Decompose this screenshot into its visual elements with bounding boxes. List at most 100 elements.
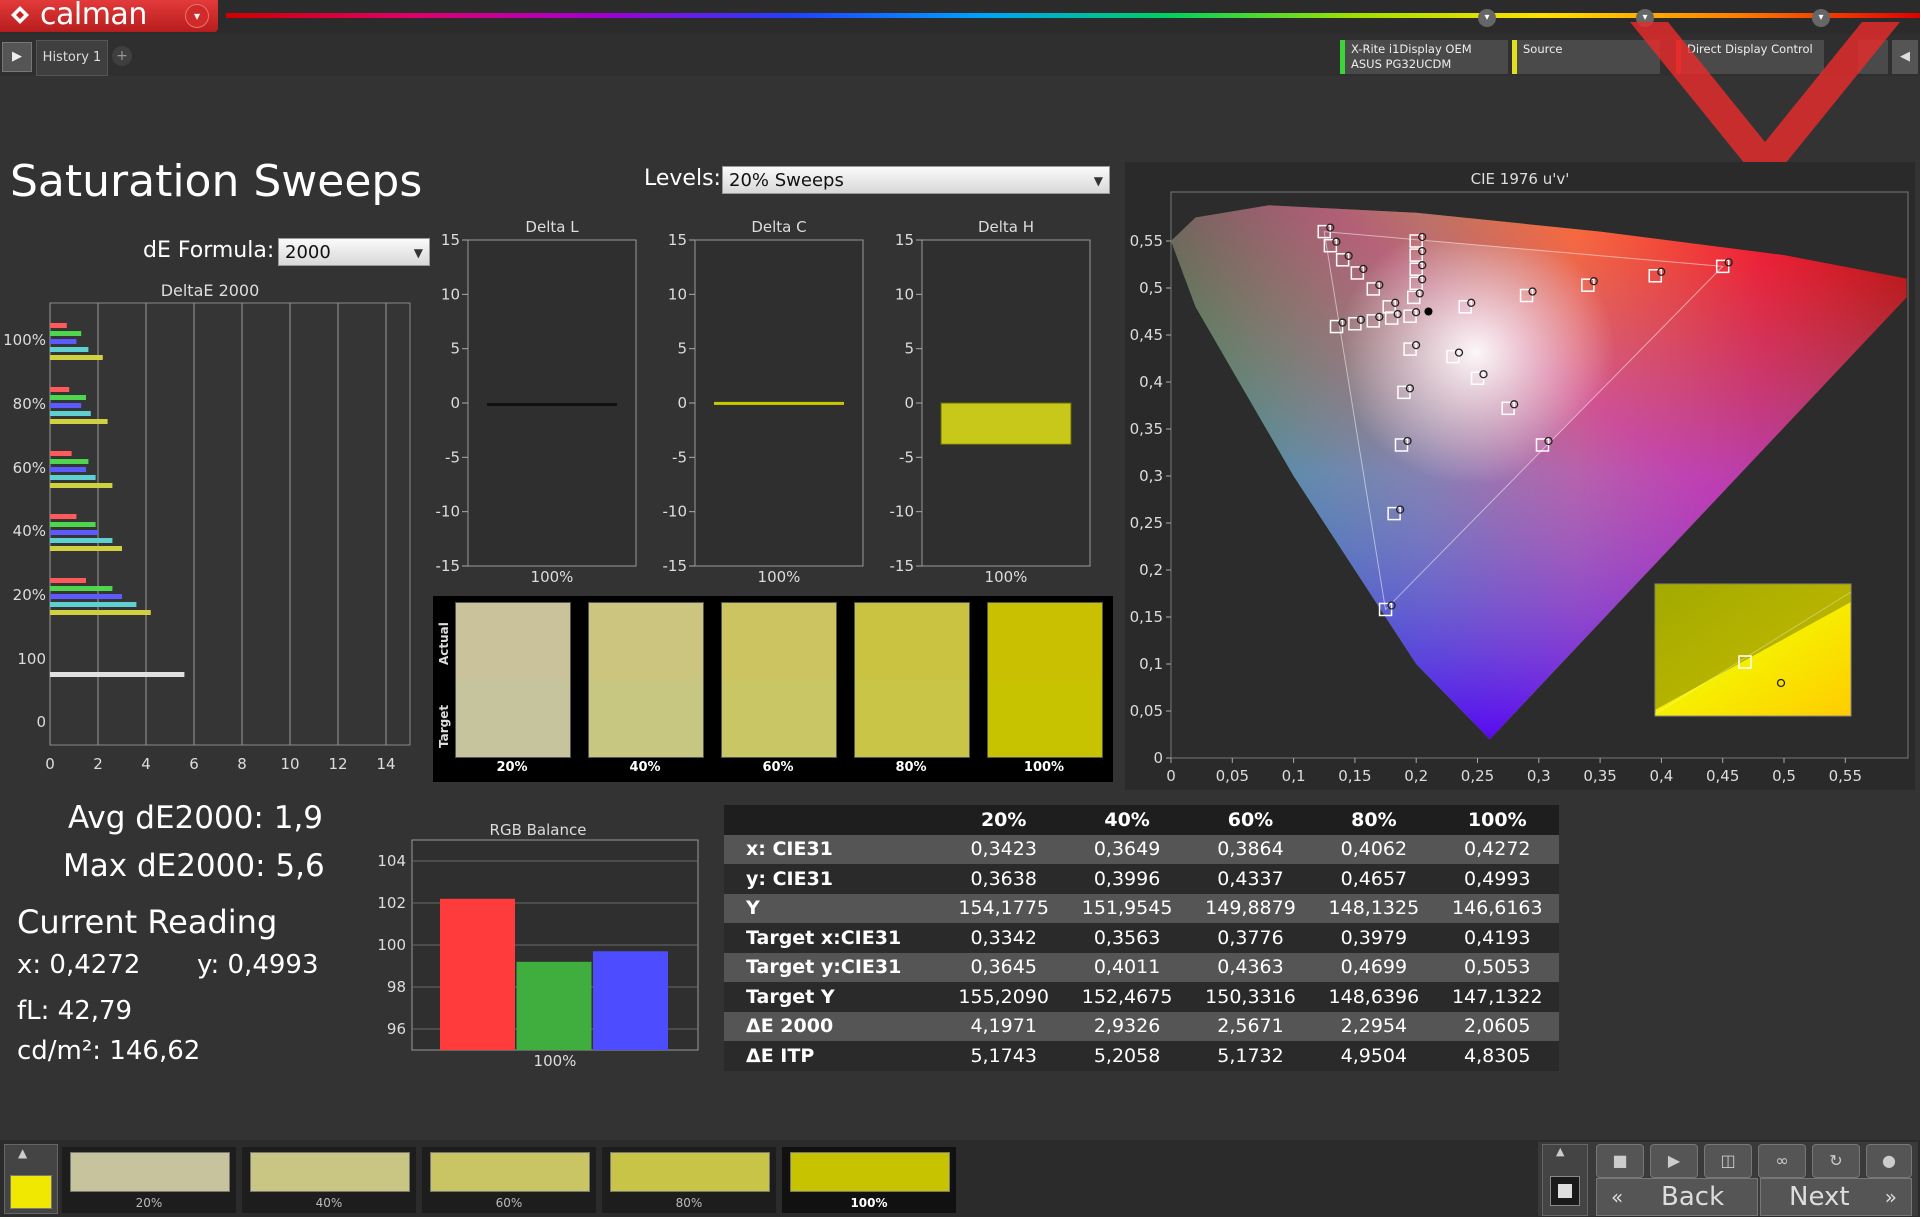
table-cell: 0,4062 (1312, 834, 1436, 864)
rgb-ytick: 96 (387, 1020, 406, 1038)
swatch-actual (988, 603, 1102, 680)
deltae-bar (50, 522, 96, 527)
de-formula-value: 2000 (285, 242, 331, 263)
delta-ytick: 15 (668, 231, 687, 249)
swatch-target (722, 680, 836, 757)
table-cell: 150,3316 (1188, 982, 1313, 1012)
delta-ytick: -10 (436, 503, 461, 521)
patch-thumbnail-label: 80% (675, 1196, 703, 1210)
deltae-bar (50, 467, 86, 472)
current-patch-swatch (10, 1175, 52, 1209)
actual-label: Actual (437, 622, 451, 666)
deltae-bar (50, 347, 89, 352)
table-cell: 0,3645 (942, 952, 1066, 982)
avg-de: Avg dE2000: 1,9 (68, 800, 324, 836)
deltae-bar (50, 475, 96, 480)
cie-ytick: 0,25 (1130, 514, 1163, 532)
deltae-bar (50, 672, 185, 677)
deltae-xtick: 10 (280, 755, 299, 773)
play-icon[interactable]: ▶ (2, 42, 32, 72)
play-button[interactable]: ▶ (1650, 1144, 1698, 1178)
table-row: ΔE 2000 4,1971 2,9326 2,5671 2,2954 2,0605 (724, 1011, 1559, 1041)
cie-ytick: 0,4 (1139, 373, 1163, 391)
delta-ytick: -5 (445, 448, 460, 466)
rgb-bar (516, 961, 592, 1050)
rgb-bar (440, 898, 515, 1050)
swatch-label: 100% (1023, 760, 1065, 775)
delta-ytick: 10 (895, 285, 914, 303)
table-cell: 0,3996 (1065, 864, 1189, 894)
cie-xtick: 0,15 (1338, 767, 1371, 785)
table-cell: 2,0605 (1435, 1011, 1559, 1041)
delta-xlabel: 100% (531, 568, 574, 586)
swatch-label: 80% (895, 760, 927, 775)
deltae-xtick: 12 (328, 755, 347, 773)
rainbow-strip (226, 13, 1920, 18)
record-icon[interactable]: ● (1866, 1144, 1912, 1178)
refresh-icon[interactable]: ↻ (1812, 1144, 1860, 1178)
patch-thumbnail-swatch (250, 1152, 410, 1192)
delta-bar (940, 402, 1072, 445)
next-label: Next (1789, 1182, 1850, 1212)
deltae-xtick: 2 (93, 755, 103, 773)
delta-ytick: 10 (668, 285, 687, 303)
deltae-ylabel: 20% (13, 586, 46, 604)
deltae-xtick: 14 (376, 755, 395, 773)
table-row-label: Y (724, 893, 942, 923)
display-name: ASUS PG32UCDM (1351, 57, 1452, 71)
deltae-bar (50, 594, 122, 599)
de-formula-select[interactable]: 2000 ▼ (278, 238, 430, 266)
deltae-bar (50, 578, 86, 583)
deltae-bar (50, 530, 98, 535)
chevron-up-icon[interactable]: ▲ (18, 1146, 27, 1160)
patch-thumbnail-swatch (70, 1152, 230, 1192)
stop-button[interactable] (1550, 1176, 1580, 1206)
delta-ytick: 5 (450, 340, 460, 358)
measure-button[interactable]: ◫ (1704, 1144, 1752, 1178)
stop-measure-button[interactable]: ■ (1596, 1144, 1644, 1178)
cie-xtick: 0,4 (1649, 767, 1673, 785)
deltae-bar (50, 586, 113, 591)
chevron-down-icon[interactable]: ▾ (185, 4, 209, 28)
meter-device-selector[interactable]: X-Rite i1Display OEM ASUS PG32UCDM (1340, 40, 1508, 74)
measurement-table: 20% 40% 60% 80% 100% x: CIE31 0,3423 0,3649 0,3… (724, 805, 1559, 1071)
target-label: Target (437, 704, 451, 748)
table-cell: 0,3979 (1312, 923, 1436, 953)
cie-xtick: 0,1 (1282, 767, 1306, 785)
chevron-up-icon[interactable]: ▲ (1556, 1145, 1564, 1158)
table-cell: 2,2954 (1312, 1011, 1436, 1041)
table-row-label: ΔE ITP (724, 1041, 942, 1071)
cie-ytick: 0,3 (1139, 467, 1163, 485)
cie-chart: CIE 1976 u'v' 0 0,05 0,1 0,15 0,2 0,25 0,3 0,35… (1130, 170, 1909, 785)
loop-icon[interactable]: ∞ (1758, 1144, 1806, 1178)
delta-ytick: 15 (441, 231, 460, 249)
patch-thumbnail-swatch (430, 1152, 590, 1192)
rgb-xlabel: 100% (534, 1052, 577, 1070)
table-row-label: x: CIE31 (724, 834, 942, 864)
table-row-label: Target y:CIE31 (724, 952, 942, 982)
add-tab-button[interactable]: + (112, 46, 132, 66)
deltae-ylabel: 0 (36, 713, 46, 731)
next-button[interactable]: Next » (1760, 1178, 1912, 1216)
deltae-bar (50, 419, 108, 424)
deltae-ylabel: 100 (17, 650, 46, 668)
swatch-pair (588, 602, 704, 758)
table-row-label: Target Y (724, 982, 942, 1012)
levels-select[interactable]: 20% Sweeps ▼ (722, 166, 1110, 194)
chevron-down-icon[interactable]: ▾ (1478, 9, 1496, 27)
levels-label: Levels: (644, 166, 721, 191)
back-button[interactable]: « Back (1596, 1178, 1758, 1216)
tab-history[interactable]: History 1 (36, 40, 108, 76)
swatch-target (855, 680, 969, 757)
delta-ytick: 0 (904, 394, 914, 412)
patch-thumbnail-label: 100% (850, 1196, 888, 1210)
deltae-xtick: 8 (237, 755, 247, 773)
table-header (724, 805, 942, 835)
table-cell: 0,4337 (1188, 864, 1313, 894)
cie-ytick: 0,35 (1130, 420, 1163, 438)
delta-ytick: -15 (436, 557, 461, 575)
de-formula-label: dE Formula: (143, 238, 275, 263)
deltae-ylabel: 80% (13, 395, 46, 413)
chevron-down-icon: ▼ (1093, 174, 1103, 188)
deltae-chart: DeltaE 2000 0 2 4 6 8 10 12 14 100% 80% 60% 40% 20% 1… (3, 281, 411, 773)
